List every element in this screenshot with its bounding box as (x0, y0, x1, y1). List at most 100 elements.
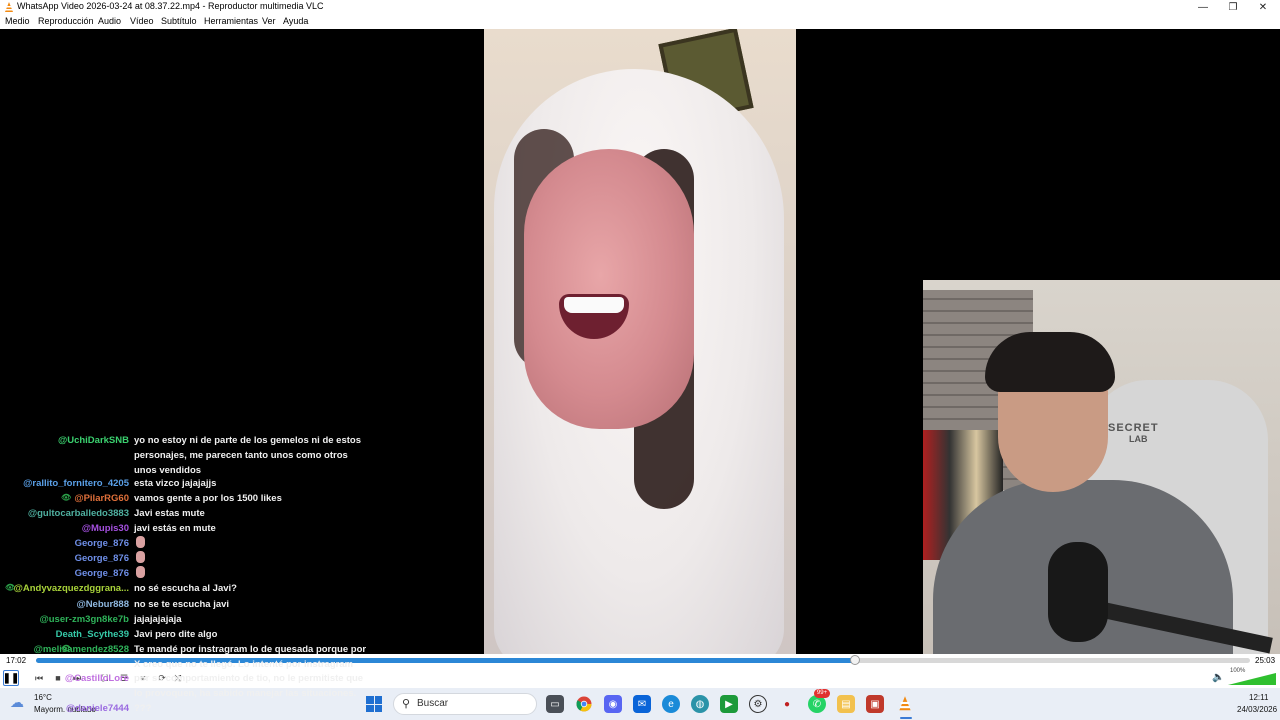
chat-message: @user-zm3gn8ke7b jajajajajaja (0, 612, 380, 627)
chat-username: George_876 (74, 568, 129, 579)
menu-audio[interactable]: Audio (98, 16, 121, 26)
menu-ver[interactable]: Ver (262, 16, 276, 26)
chair-logo-bottom: LAB (1129, 434, 1148, 444)
chat-message: @Mupis30 javi estás en mute (0, 521, 380, 536)
menu-herramientas[interactable]: Herramientas (204, 16, 258, 26)
chat-username: @UchiDarkSNB (57, 435, 129, 446)
active-app-indicator (900, 717, 912, 719)
notification-badge: 99+ (814, 689, 830, 698)
search-icon: ⚲ (402, 698, 411, 710)
chat-username: @Mupis30 (81, 523, 129, 534)
chat-text (134, 566, 145, 581)
total-time: 25:03 (1255, 656, 1276, 665)
seek-handle[interactable] (850, 655, 861, 665)
chat-username: @melisamendez8528 (33, 644, 129, 655)
chat-text (134, 551, 145, 566)
chat-username: @CastilloLore (64, 673, 129, 684)
menu-medio[interactable]: Medio (5, 16, 30, 26)
chat-username: @Andyvazquezdggrana... (13, 583, 129, 594)
chat-message: George_876 (0, 551, 380, 566)
chat-message: 👁 @melisamendez8528 Te mandé por instragra… (0, 642, 380, 670)
chat-username: @PilarRG60 (74, 493, 129, 504)
title-bar: WhatsApp Video 2026-03-24 at 08.37.22.mp… (0, 0, 1280, 15)
menu-reproduccion[interactable]: Reproducción (38, 16, 94, 26)
chat-text: ??? (134, 703, 152, 714)
chat-message: Death_Scythe39 Javi pero dite algo (0, 627, 380, 642)
chat-text: esta vizco jajajajjs (134, 478, 217, 489)
file-explorer-icon[interactable]: ▤ (837, 695, 855, 713)
chat-text: vamos gente a por los 1500 likes (134, 493, 282, 504)
chat-text: Te mandé por instragram lo de quesada po… (134, 644, 367, 670)
chrome-icon[interactable] (575, 695, 593, 713)
chat-message: George_876 (0, 566, 380, 581)
chat-message: @UchiDarkSNB yo no estoy ni de parte de l… (0, 433, 380, 476)
chat-text: no sé escucha al Javi? (134, 583, 237, 594)
microphone (1048, 542, 1108, 642)
menu-video[interactable]: Vídeo (130, 16, 154, 26)
chat-message: George_876 (0, 536, 380, 551)
taskbar-search[interactable]: ⚲ Buscar (393, 693, 537, 715)
chat-username: @daniele7444 (65, 703, 129, 714)
emote-icon (136, 566, 145, 578)
chat-username: Death_Scythe39 (55, 629, 129, 640)
chrome-logo (576, 696, 592, 712)
chat-message: @daniele7444??? (0, 701, 380, 716)
discord-icon[interactable]: ◉ (604, 695, 622, 713)
chat-username: @gultocarballedo3883 (27, 508, 129, 519)
outlook-icon[interactable]: ✉ (633, 695, 651, 713)
restore-icon: ❐ (1228, 2, 1238, 13)
chair-logo-top: SECRET (1108, 422, 1159, 434)
laughing-face (524, 149, 694, 429)
minimize-button[interactable]: — (1188, 0, 1218, 15)
streamer-hair (985, 332, 1115, 392)
chat-text: javi estás en mute (134, 523, 216, 534)
chat-text: por su comportamiento de tio, no le perm… (134, 673, 364, 699)
photo-app-icon[interactable]: ▣ (866, 695, 884, 713)
vlc-taskbar-logo (899, 696, 911, 711)
chat-message: @rallito_fornitero_4205 esta vizco jajaja… (0, 476, 380, 491)
chat-text: jajajajajaja (134, 614, 182, 625)
minimize-icon: — (1198, 2, 1208, 13)
task-view-icon[interactable]: ▭ (546, 695, 564, 713)
menu-subtitulo[interactable]: Subtítulo (161, 16, 197, 26)
close-icon: ✕ (1258, 2, 1268, 13)
chat-text: Javi estas mute (134, 508, 205, 519)
embedded-vertical-video (484, 29, 796, 654)
chat-text: no se te escucha javi (134, 599, 230, 610)
teeth (564, 297, 624, 313)
emote-icon (136, 536, 145, 548)
chat-username: @Nebur888 (76, 599, 129, 610)
volume-percent: 100% (1230, 668, 1246, 674)
emote-icon (136, 551, 145, 563)
restore-button[interactable]: ❐ (1218, 0, 1248, 15)
search-placeholder: Buscar (417, 698, 449, 709)
chat-text (134, 536, 145, 551)
menu-ayuda[interactable]: Ayuda (283, 16, 308, 26)
volume-slider[interactable] (1228, 673, 1276, 685)
chat-username: @rallito_fornitero_4205 (23, 478, 129, 489)
chat-message: 👁 @PilarRG60 vamos gente a por los 1500 li… (0, 491, 380, 506)
streamer-webcam: SECRET LAB (923, 280, 1280, 654)
elapsed-time: 17:02 (6, 656, 27, 665)
clock-date[interactable]: 24/03/2026 (1237, 705, 1277, 714)
menu-bar: Medio Reproducción Audio Vídeo Subtítulo… (0, 15, 1280, 29)
close-button[interactable]: ✕ (1248, 0, 1278, 15)
vlc-cone-icon (5, 2, 13, 12)
chat-message: 👁 @Andyvazquezdggrana... no sé escucha al … (0, 581, 380, 596)
chat-username: George_876 (74, 538, 129, 549)
riot-icon[interactable]: ● (778, 695, 796, 713)
window-title: WhatsApp Video 2026-03-24 at 08.37.22.mp… (17, 1, 324, 11)
chat-message: @gultocarballedo3883 Javi estas mute (0, 506, 380, 521)
edge-icon[interactable]: e (662, 695, 680, 713)
speaker-icon[interactable]: 🔈 (1212, 672, 1224, 683)
globe-app-icon[interactable]: ◍ (691, 695, 709, 713)
vlc-taskbar-icon[interactable] (896, 695, 914, 713)
chat-message: @CastilloLore por su comportamiento de ti… (0, 671, 380, 699)
clock-time[interactable]: 12:11 (1249, 693, 1268, 702)
capcut-icon[interactable]: ▶ (720, 695, 738, 713)
chat-username: George_876 (74, 553, 129, 564)
steam-icon[interactable]: ⚙ (749, 695, 767, 713)
chat-message: @Nebur888 no se te escucha javi (0, 597, 380, 612)
chat-username: @user-zm3gn8ke7b (39, 614, 129, 625)
vlc-window: WhatsApp Video 2026-03-24 at 08.37.22.mp… (0, 0, 1280, 720)
